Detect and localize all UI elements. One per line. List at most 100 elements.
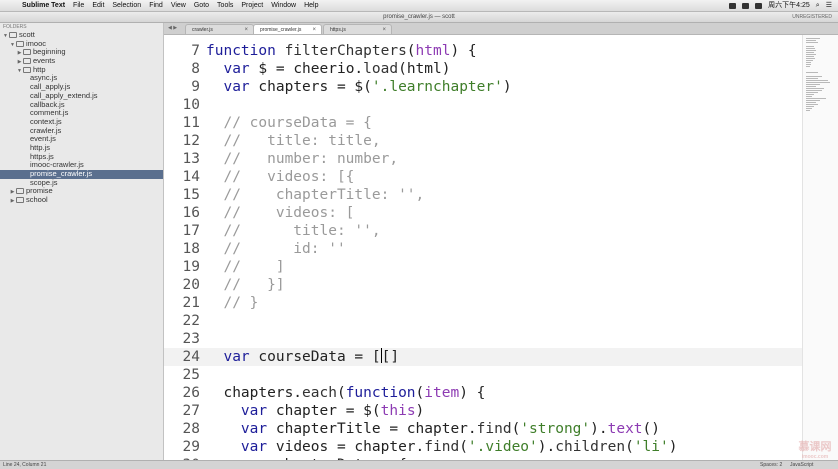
close-tab-icon[interactable]: × bbox=[382, 25, 386, 35]
tree-file[interactable]: http.js bbox=[0, 143, 163, 153]
tree-file[interactable]: scope.js bbox=[0, 178, 163, 188]
close-tab-icon[interactable]: × bbox=[244, 25, 248, 35]
wifi-icon[interactable] bbox=[729, 2, 737, 9]
menu-item-file[interactable]: File bbox=[73, 0, 84, 11]
code-line[interactable]: // title: '', bbox=[206, 222, 380, 240]
tree-folder[interactable]: ▼ http bbox=[0, 65, 163, 75]
tree-folder[interactable]: ▶ school bbox=[0, 195, 163, 206]
minimap-line bbox=[806, 108, 812, 109]
code-line[interactable]: var $ = cheerio.load(html) bbox=[206, 60, 450, 78]
tree-file[interactable]: async.js bbox=[0, 74, 163, 83]
code-line[interactable]: var chapterTitle = chapter.find('strong'… bbox=[206, 420, 660, 438]
tree-file[interactable]: crawler.js bbox=[0, 126, 163, 136]
tree-label: events bbox=[33, 56, 56, 66]
minimap-line bbox=[806, 96, 812, 97]
line-number: 7 bbox=[191, 43, 200, 59]
code-line[interactable]: function filterChapters(html) { bbox=[206, 42, 477, 60]
code-line[interactable]: var chapters = $('.learnchapter') bbox=[206, 78, 511, 96]
line-number: 19 bbox=[182, 259, 200, 275]
tree-file[interactable]: callback.js bbox=[0, 99, 163, 110]
minimap[interactable] bbox=[802, 35, 838, 460]
minimap-line bbox=[806, 56, 814, 57]
line-number: 8 bbox=[191, 61, 200, 77]
line-number: 17 bbox=[182, 223, 200, 239]
tree-label: callback.js bbox=[30, 99, 65, 109]
code-line[interactable]: var chapter = $(this) bbox=[206, 402, 424, 420]
code-line[interactable]: var courseData = [[] bbox=[206, 348, 399, 366]
tree-label: promise bbox=[26, 186, 53, 196]
tree-folder[interactable]: ▼ scott bbox=[0, 30, 163, 40]
tree-file[interactable]: comment.js bbox=[0, 108, 163, 118]
minimap-line bbox=[806, 60, 813, 61]
code-line[interactable]: // courseData = { bbox=[206, 114, 372, 132]
code-line[interactable]: chapters.each(function(item) { bbox=[206, 384, 485, 402]
code-line[interactable]: // ] bbox=[206, 258, 284, 276]
code-line[interactable]: var videos = chapter.find('.video').chil… bbox=[206, 438, 678, 456]
list-icon[interactable]: ☰ bbox=[826, 0, 832, 11]
code-token: '.learnchapter' bbox=[371, 79, 503, 95]
tree-file[interactable]: context.js bbox=[0, 117, 163, 127]
code-line[interactable]: // }] bbox=[206, 276, 284, 294]
menu-item-view[interactable]: View bbox=[171, 0, 186, 11]
search-icon[interactable]: ⌕ bbox=[816, 0, 820, 11]
tab-promise-crawler-js[interactable]: promise_crawler.js × bbox=[253, 24, 322, 34]
minimap-line bbox=[806, 94, 814, 95]
code-line[interactable]: // } bbox=[206, 294, 258, 312]
code-token: this bbox=[380, 403, 416, 419]
code-token: item bbox=[424, 385, 460, 401]
code-token: text bbox=[607, 421, 643, 437]
menu-item-selection[interactable]: Selection bbox=[112, 0, 141, 11]
tab-https-js[interactable]: https.js × bbox=[323, 24, 392, 34]
tree-file[interactable]: call_apply_extend.js bbox=[0, 91, 163, 101]
window-title: promise_crawler.js — scott bbox=[383, 14, 455, 20]
code-line[interactable]: // videos: [ bbox=[206, 204, 354, 222]
line-number: 28 bbox=[182, 421, 200, 437]
menu-items: Sublime Text File Edit Selection Find View Got… bbox=[22, 0, 319, 11]
menu-item-window[interactable]: Window bbox=[271, 0, 296, 11]
code-line[interactable]: // chapterTitle: '', bbox=[206, 186, 424, 204]
close-tab-icon[interactable]: × bbox=[312, 25, 316, 35]
menu-item-tools[interactable]: Tools bbox=[217, 0, 233, 11]
code-token: var bbox=[240, 421, 268, 437]
input-method-icon[interactable] bbox=[755, 2, 763, 9]
tree-folder[interactable]: ▶ beginning bbox=[0, 48, 163, 57]
tab-nav-arrows-icon[interactable]: ◀ ▶ bbox=[168, 23, 177, 34]
menu-item-goto[interactable]: Goto bbox=[194, 0, 209, 11]
code-token: '.video' bbox=[467, 439, 538, 455]
tree-folder[interactable]: ▶ promise bbox=[0, 187, 163, 196]
code-line[interactable]: // id: '' bbox=[206, 240, 345, 258]
clock[interactable]: 周六下午4:25 bbox=[768, 0, 810, 11]
tree-folder[interactable]: ▶ events bbox=[0, 56, 163, 66]
tree-file[interactable]: event.js bbox=[0, 134, 163, 144]
menu-item-project[interactable]: Project bbox=[241, 0, 263, 11]
menu-item-help[interactable]: Help bbox=[304, 0, 318, 11]
code-editor[interactable]: 7 8 9 10 11 12 13 14 15 16 17 18 19 20 21 22 23 24 25 26 27 2… bbox=[164, 35, 802, 460]
tab-crawler-js[interactable]: crawler.js × bbox=[185, 24, 254, 34]
tab-label: promise_crawler.js bbox=[260, 27, 302, 33]
menu-item-edit[interactable]: Edit bbox=[92, 0, 104, 11]
minimap-line bbox=[806, 62, 811, 63]
line-number: 21 bbox=[182, 295, 200, 311]
minimap-line bbox=[806, 78, 818, 79]
code-token: find bbox=[476, 421, 512, 437]
tree-folder[interactable]: ▼ imooc bbox=[0, 39, 163, 49]
code-line[interactable]: // title: title, bbox=[206, 132, 380, 150]
line-number: 26 bbox=[182, 385, 200, 401]
menu-item-sublime-text[interactable]: Sublime Text bbox=[22, 0, 65, 11]
line-number: 24 bbox=[182, 349, 200, 365]
minimap-line bbox=[806, 50, 816, 51]
line-number: 11 bbox=[182, 115, 200, 131]
code-token: var bbox=[223, 349, 250, 365]
code-token: // courseData = { bbox=[223, 115, 372, 131]
folder-icon bbox=[9, 32, 17, 39]
tree-file[interactable]: promise_crawler.js bbox=[0, 169, 163, 179]
tree-label: school bbox=[26, 195, 48, 205]
battery-icon[interactable] bbox=[742, 2, 750, 9]
code-line[interactable]: // videos: [{ bbox=[206, 168, 354, 186]
menu-item-find[interactable]: Find bbox=[149, 0, 163, 11]
minimap-line bbox=[806, 76, 822, 77]
line-number: 9 bbox=[191, 79, 200, 95]
disclosure-closed-icon[interactable]: ▶ bbox=[9, 197, 16, 206]
minimap-line bbox=[806, 48, 815, 49]
code-line[interactable]: // number: number, bbox=[206, 150, 398, 168]
